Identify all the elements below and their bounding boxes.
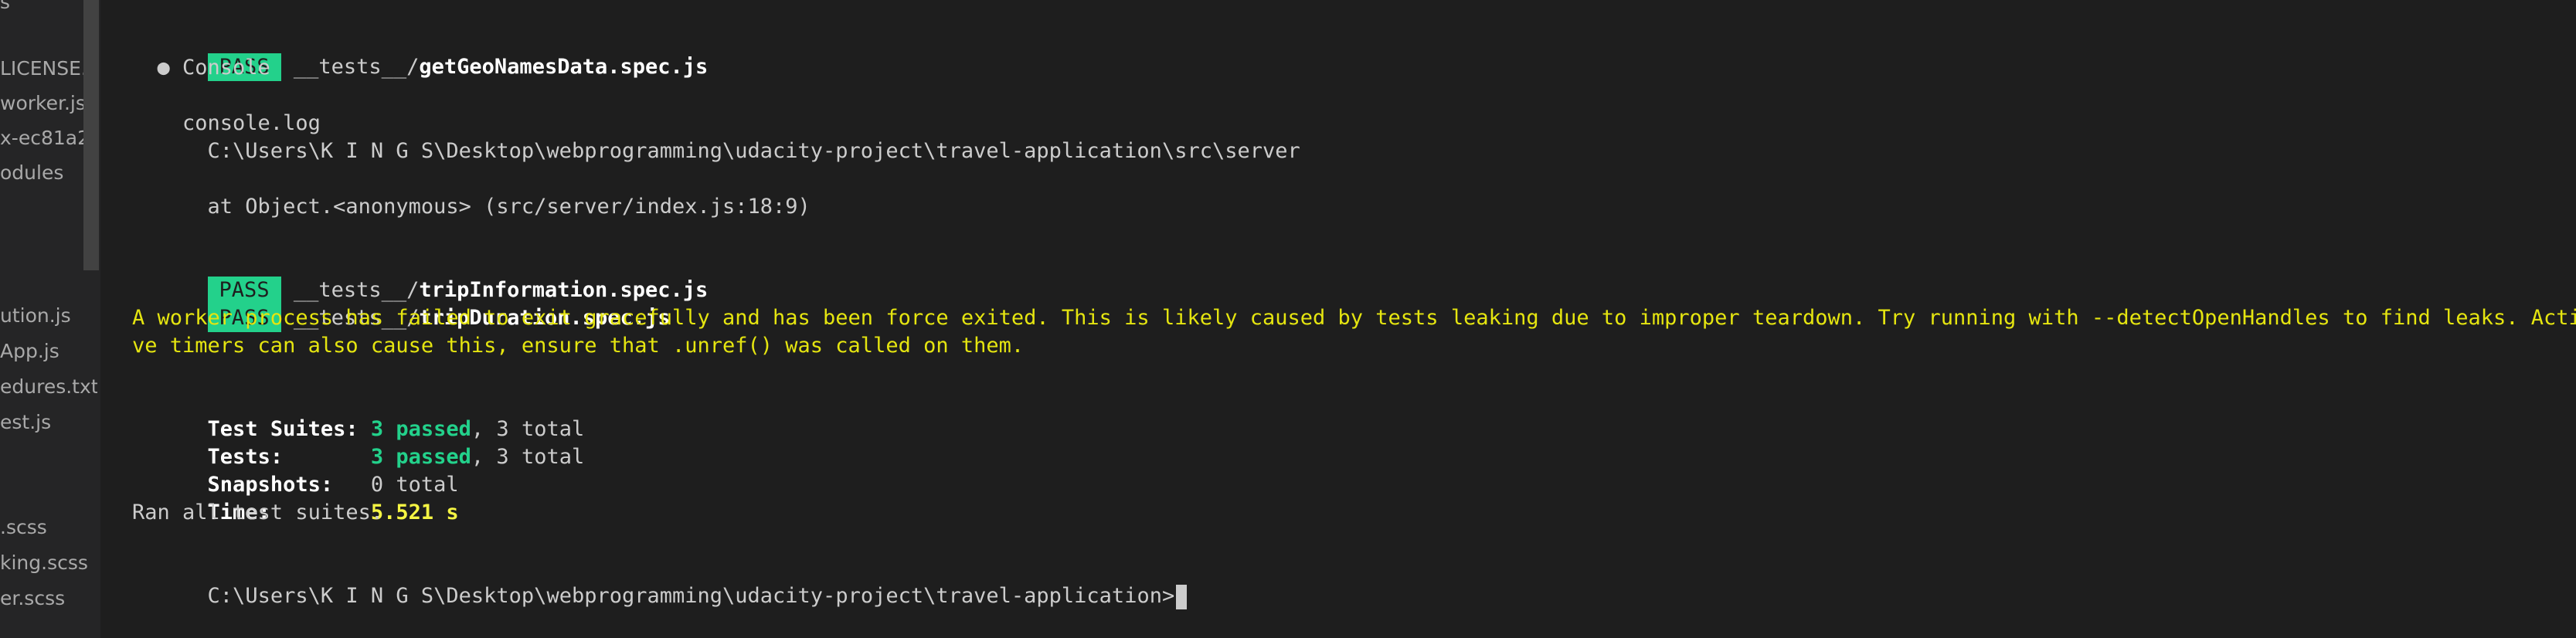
sidebar-item-label: odules — [0, 161, 64, 184]
warning-message-line-1: A worker process has failed to exit grac… — [132, 306, 2576, 330]
test-result-line: PASS __tests__/tripInformation.spec.js — [132, 249, 708, 304]
stack-trace-line: at Object.<anonymous> (src/server/index.… — [132, 195, 811, 219]
sidebar-item-footer-scss[interactable]: er.scss — [0, 587, 97, 609]
test-file-name: getGeoNamesData.spec.js — [419, 55, 709, 79]
sidebar-item-label: king.scss — [0, 551, 88, 574]
prompt-path: C:\Users\K I N G S\Desktop\webprogrammin… — [207, 584, 1175, 608]
test-result-line: PASS __tests__/getGeoNamesData.spec.js — [132, 25, 708, 81]
text-cursor — [1176, 584, 1188, 609]
vscode-window: s LICENSE... worker.js x-ec81a2... odule… — [0, 0, 2576, 638]
sidebar-item-booking-scss[interactable]: king.scss — [0, 551, 97, 574]
sidebar-item-label: s — [0, 0, 11, 13]
sidebar-item-label: edures.txt — [0, 375, 97, 398]
sidebar-item-scss[interactable]: .scss — [0, 516, 97, 538]
summary-time-value: 5.521 s — [370, 501, 459, 524]
test-result-line: PASS __tests__/tripDuration.spec.js — [132, 277, 671, 332]
sidebar-item-label: App.js — [0, 340, 59, 362]
sidebar-item-label: er.scss — [0, 587, 66, 609]
ran-all-line: Ran all test suites. — [132, 501, 384, 524]
sidebar-scrollbar[interactable] — [83, 0, 99, 270]
sidebar-item-label: .scss — [0, 516, 47, 538]
sidebar-item-solution-js[interactable]: ution.js — [0, 304, 97, 327]
sidebar-item-label: ution.js — [0, 304, 71, 327]
sidebar-item-test-js[interactable]: est.js — [0, 411, 97, 433]
summary-total: , 3 total — [471, 445, 585, 469]
summary-snapshots: Snapshots: 0 total — [132, 443, 459, 497]
sidebar-item-label: est.js — [0, 411, 52, 433]
console-log-line: console.log — [132, 111, 321, 135]
test-path-prefix: __tests__/ — [280, 55, 420, 79]
warning-message-line-2: ve timers can also cause this, ensure th… — [132, 334, 1025, 358]
sidebar-item-procedures-txt[interactable]: edures.txt — [0, 375, 97, 398]
sidebar-item-app-js[interactable]: App.js — [0, 340, 97, 362]
summary-time: Time: 5.521 s — [132, 471, 459, 524]
prompt-line[interactable]: C:\Users\K I N G S\Desktop\webprogrammin… — [132, 555, 1188, 609]
console-heading: ● Console — [132, 56, 270, 80]
terminal-panel[interactable]: PASS __tests__/getGeoNamesData.spec.js ●… — [100, 0, 2576, 638]
summary-suites: Test Suites: 3 passed, 3 total — [132, 388, 585, 441]
sidebar-item-label: worker.js — [0, 92, 86, 114]
console-path-line: C:\Users\K I N G S\Desktop\webprogrammin… — [132, 139, 1300, 163]
summary-tests: Tests: 3 passed, 3 total — [132, 416, 585, 469]
explorer-sidebar[interactable]: s LICENSE... worker.js x-ec81a2... odule… — [0, 0, 100, 638]
